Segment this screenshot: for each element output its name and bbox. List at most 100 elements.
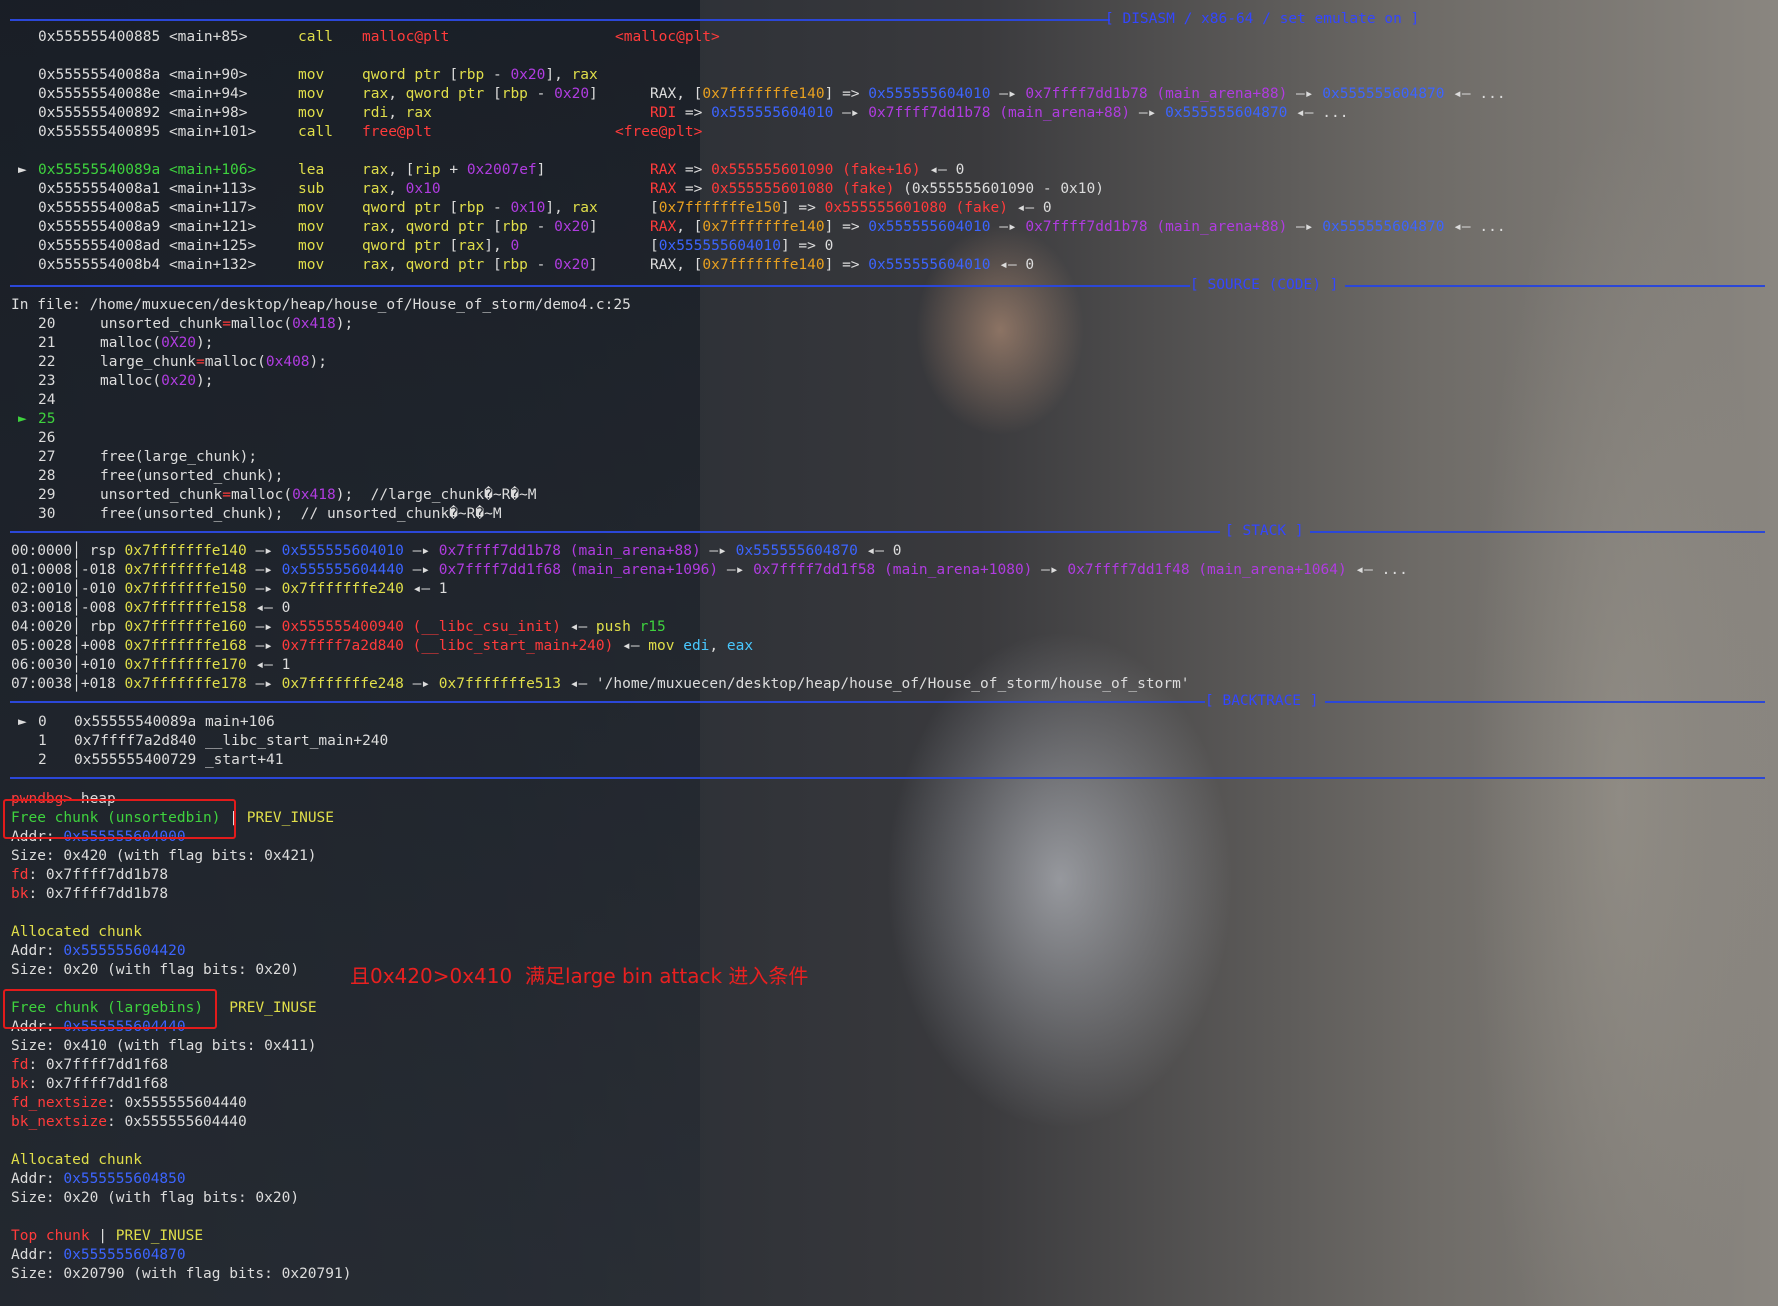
text-segment: 0x555555604010: [868, 257, 991, 273]
text-segment: mov: [648, 638, 684, 654]
text-segment: (__libc_start_main+240): [403, 638, 614, 654]
unsortedbin-highlight-box: [3, 799, 236, 839]
text-segment: RAX: [650, 219, 677, 235]
text-segment: ]: [536, 162, 546, 178]
disasm-operands: rax, [rip + 0x2007ef]: [362, 161, 545, 180]
source-line-number: 28: [38, 468, 56, 484]
source-line-code: unsorted_chunk=malloc(0x418); //large_ch…: [100, 486, 537, 505]
disasm-operands: malloc@plt: [362, 28, 449, 47]
text-segment: [: [650, 200, 659, 216]
disasm-address: 0x55555540088e <main+94>: [38, 86, 248, 102]
pwndbg-terminal[interactable]: [ DISASM / x86-64 / set emulate on ] [ S…: [0, 0, 1778, 1306]
text-segment: —▸: [403, 676, 439, 692]
heap-line: fd_nextsize: 0x555555604440: [11, 1094, 247, 1113]
text-segment: RAX, [: [650, 86, 703, 102]
text-segment: ◂— 1: [403, 581, 448, 597]
source-line-number: 26: [38, 430, 56, 446]
text-segment: [: [650, 238, 659, 254]
text-segment: Top chunk: [11, 1228, 90, 1244]
text-segment: ]: [589, 257, 598, 273]
heap-line: bk: 0x7ffff7dd1f68: [11, 1075, 168, 1094]
text-segment: fd: [11, 1057, 29, 1073]
disasm-address: 0x5555554008ad <main+125>: [38, 238, 257, 254]
disasm-comment: RAX => 0x555555601080 (fake) (0x55555560…: [650, 180, 1104, 199]
text-segment: 0x555555604010: [658, 238, 781, 254]
text-segment: rax: [362, 219, 389, 235]
disasm-operands: free@plt: [362, 123, 432, 142]
heap-line: fd: 0x7ffff7dd1b78: [11, 866, 168, 885]
heap-line: bk_nextsize: 0x555555604440: [11, 1113, 247, 1132]
disasm-comment: <malloc@plt>: [615, 28, 720, 47]
text-segment: qword ptr: [405, 219, 493, 235]
heap-line: fd: 0x7ffff7dd1f68: [11, 1056, 168, 1075]
current-instruction-marker: ►: [18, 162, 27, 178]
disasm-mnemonic: mov: [298, 257, 325, 273]
backtrace-frame: 0x555555400729 _start+41: [74, 752, 284, 768]
current-line-marker: ►: [18, 411, 27, 427]
text-segment: 0x418: [292, 487, 336, 503]
text-segment: free(unsorted_chunk);: [100, 506, 301, 522]
text-segment: —▸: [403, 562, 439, 578]
text-segment: 01:0008│-018: [11, 562, 125, 578]
text-segment: bk_nextsize: [11, 1114, 108, 1130]
text-segment: rbp: [458, 200, 485, 216]
text-segment: ◂— ...: [1287, 105, 1349, 121]
text-segment: qword ptr: [362, 238, 450, 254]
text-segment: : 0x555555604440: [107, 1095, 247, 1111]
source-line-number: 25: [38, 411, 56, 427]
disasm-mnemonic: mov: [298, 105, 325, 121]
text-segment: 0x7fffffffe140: [124, 543, 247, 559]
disasm-comment: RAX, [0x7fffffffe140] => 0x555555604010 …: [650, 256, 1034, 275]
text-segment: Allocated chunk: [11, 924, 142, 940]
text-segment: (main_arena+1096): [561, 562, 719, 578]
text-segment: rax: [362, 162, 389, 178]
text-segment: 04:0020│: [11, 619, 90, 635]
largebins-highlight-box: [3, 989, 217, 1029]
text-segment: (main_arena+1064): [1189, 562, 1347, 578]
text-segment: [: [449, 200, 459, 216]
text-segment: Allocated chunk: [11, 1152, 142, 1168]
text-segment: RDI: [650, 105, 677, 121]
text-segment: —▸: [990, 86, 1026, 102]
text-segment: 0x7fffffffe158: [124, 600, 247, 616]
disasm-header: [ DISASM / x86-64 / set emulate on ]: [1105, 11, 1420, 27]
backtrace-current-marker: ►: [18, 714, 27, 730]
text-segment: ◂— 0: [246, 600, 291, 616]
text-segment: qword ptr: [405, 86, 493, 102]
text-segment: (main_arena+1080): [875, 562, 1033, 578]
text-segment: 0x7ffff7dd1f58: [753, 562, 876, 578]
text-segment: , [: [676, 219, 703, 235]
text-segment: 0x7fffffffe160: [124, 619, 247, 635]
text-segment: rbp: [501, 219, 528, 235]
stack-entry: 01:0008│-018 0x7fffffffe148 —▸ 0x5555556…: [11, 561, 1408, 580]
disasm-address: 0x5555554008a5 <main+117>: [38, 200, 257, 216]
text-segment: 0x555555604870: [1322, 86, 1445, 102]
text-segment: PREV_INUSE: [229, 1000, 317, 1016]
text-segment: bk: [11, 1076, 29, 1092]
text-segment: : 0x7ffff7dd1f68: [28, 1057, 169, 1073]
text-segment: (main_arena+88): [561, 543, 701, 559]
text-segment: rax: [458, 238, 485, 254]
disasm-comment: [0x555555604010] => 0: [650, 237, 833, 256]
source-line-number: 22: [38, 354, 56, 370]
text-segment: 0x555555604870: [63, 1247, 186, 1263]
disasm-address: 0x55555540089a <main+106>: [38, 162, 257, 178]
stack-separator-left: [10, 531, 1220, 533]
heap-line: Size: 0x410 (with flag bits: 0x411): [11, 1037, 317, 1056]
disasm-comment: [0x7fffffffe150] => 0x555555601080 (fake…: [650, 199, 1052, 218]
text-segment: ◂— 0: [990, 257, 1035, 273]
text-segment: 0x7ffff7dd1b78: [1025, 86, 1148, 102]
heap-line: Size: 0x20 (with flag bits: 0x20): [11, 1189, 299, 1208]
stack-entry: 00:0000│ rsp 0x7fffffffe140 —▸ 0x5555556…: [11, 542, 901, 561]
source-line-code: malloc(0x20);: [100, 372, 214, 391]
text-segment: malloc(: [204, 354, 266, 370]
text-segment: : 0x7ffff7dd1b78: [28, 867, 169, 883]
text-segment: malloc(: [230, 316, 293, 332]
text-segment: rsp: [89, 543, 125, 559]
text-segment: ],: [484, 238, 511, 254]
text-segment: malloc(: [230, 487, 293, 503]
disasm-mnemonic: mov: [298, 238, 325, 254]
text-segment: ,: [388, 86, 406, 102]
text-segment: rax: [362, 181, 389, 197]
disasm-address: 0x555555400892 <main+98>: [38, 105, 248, 121]
